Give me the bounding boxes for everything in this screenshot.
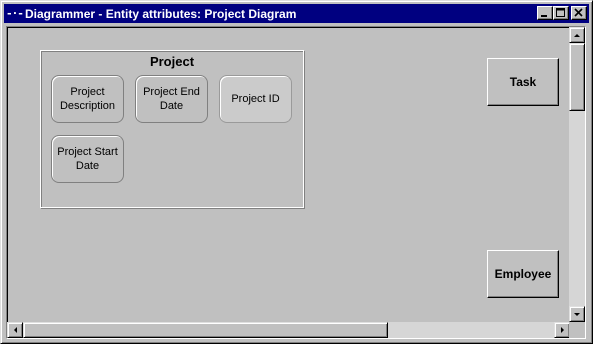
app-icon[interactable]: -·-: [6, 7, 24, 21]
arrow-down-icon: [574, 313, 580, 316]
scroll-up-button[interactable]: [569, 27, 585, 43]
minimize-icon: [541, 15, 547, 17]
arrow-left-icon: [14, 327, 17, 333]
attribute-project-end-date[interactable]: Project End Date: [135, 75, 208, 123]
close-icon: [574, 8, 583, 17]
minimize-button[interactable]: [537, 6, 553, 20]
close-button[interactable]: [571, 6, 587, 20]
window-title: Diagrammer - Entity attributes: Project …: [25, 6, 297, 21]
maximize-icon: [556, 8, 565, 17]
horizontal-scroll-thumb[interactable]: [23, 322, 388, 338]
arrow-right-icon: [561, 327, 564, 333]
entity-task[interactable]: Task: [487, 58, 559, 106]
maximize-button[interactable]: [553, 6, 569, 20]
scroll-down-button[interactable]: [569, 306, 585, 322]
scroll-left-button[interactable]: [7, 322, 23, 338]
horizontal-scrollbar[interactable]: [7, 322, 570, 338]
title-bar[interactable]: -·- Diagrammer - Entity attributes: Proj…: [4, 4, 589, 23]
entity-project[interactable]: Project Project Description Project End …: [40, 50, 304, 208]
scroll-corner: [569, 322, 585, 338]
arrow-up-icon: [574, 34, 580, 37]
title-buttons: [537, 6, 587, 20]
attribute-project-start-date[interactable]: Project Start Date: [51, 135, 124, 183]
diagram-canvas[interactable]: Project Project Description Project End …: [6, 26, 586, 339]
main-window: -·- Diagrammer - Entity attributes: Proj…: [0, 0, 593, 344]
attribute-project-id[interactable]: Project ID: [219, 75, 292, 123]
entity-title: Project: [149, 54, 195, 69]
scroll-right-button[interactable]: [554, 322, 570, 338]
vertical-scrollbar[interactable]: [569, 27, 585, 322]
vertical-scroll-thumb[interactable]: [569, 43, 585, 111]
attribute-project-description[interactable]: Project Description: [51, 75, 124, 123]
entity-employee[interactable]: Employee: [487, 250, 559, 298]
